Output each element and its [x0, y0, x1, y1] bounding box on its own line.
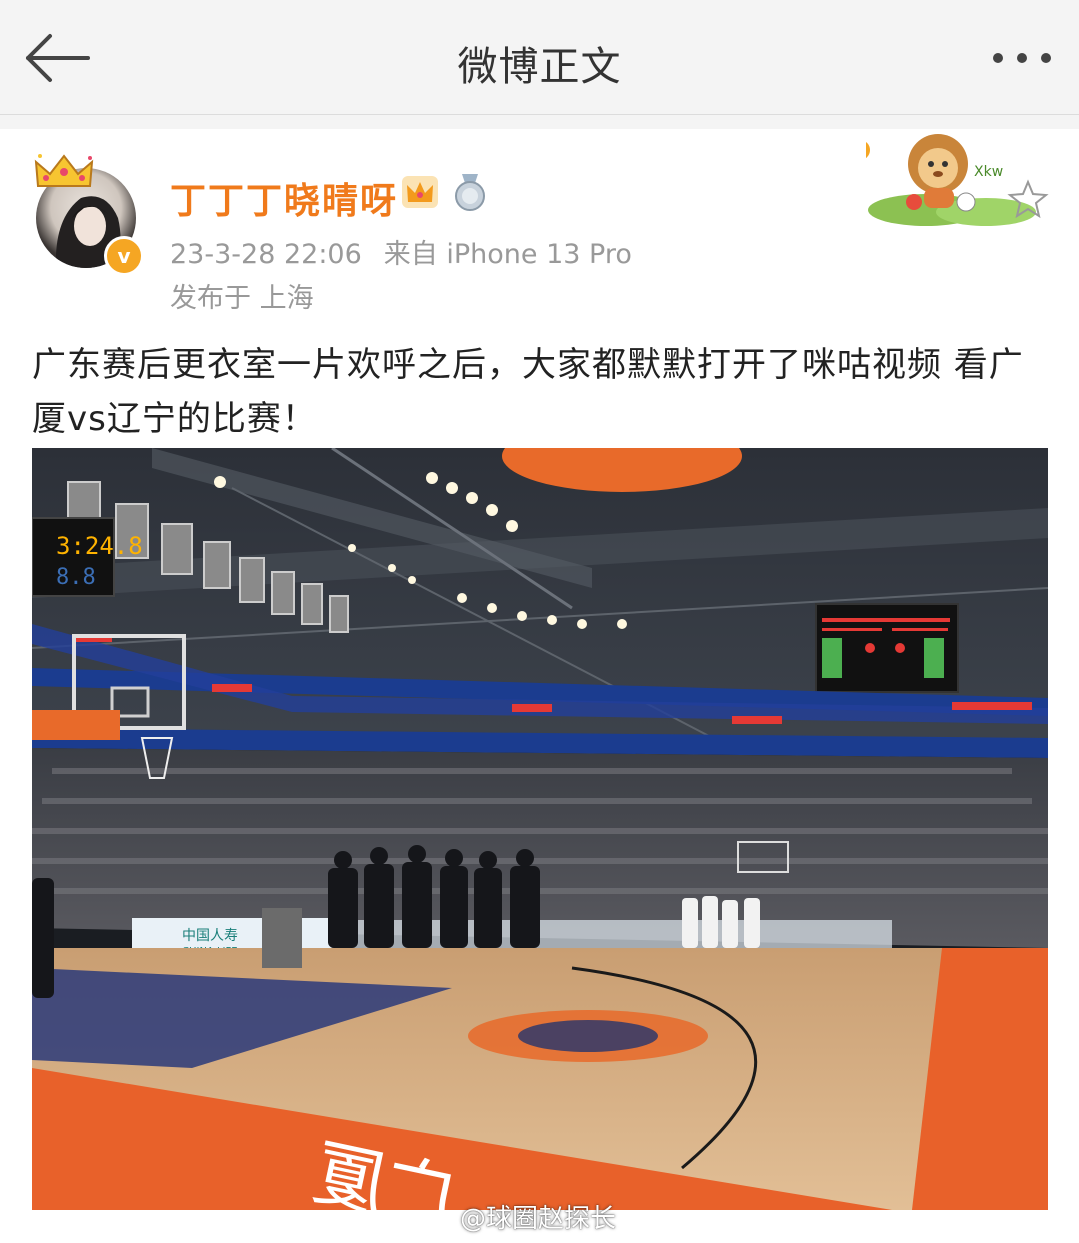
- watermark: @球圈赵探长: [460, 1204, 617, 1234]
- crown-badge-icon[interactable]: [400, 172, 440, 212]
- decoration-sticker-icon: Xkw: [866, 134, 1049, 226]
- post-meta: 23-3-28 22:06 来自 iPhone 13 Pro: [170, 232, 632, 271]
- crown-decoration-icon: [34, 154, 94, 187]
- post-datetime: 23-3-28 22:06: [170, 239, 362, 270]
- post-location: 发布于 上海: [170, 283, 314, 314]
- medal-badge-icon[interactable]: [452, 172, 488, 212]
- more-button[interactable]: [986, 40, 1058, 76]
- verified-badge: v: [104, 236, 144, 276]
- ellipsis-icon: [993, 53, 1051, 63]
- page-title: 微博正文: [457, 44, 622, 90]
- ad-text: 中国人寿: [182, 927, 238, 944]
- post-source: 来自 iPhone 13 Pro: [383, 239, 632, 270]
- post-text: 广东赛后更衣室一片欢呼之后，大家都默默打开了咪咕视频 看广厦vs辽宁的比赛！: [32, 345, 1024, 439]
- arena-photo: 3:24.8 8.8 中国人寿 广厦: [32, 448, 1048, 1210]
- top-bar: 微博正文: [0, 0, 1079, 115]
- shot-clock-text: 3:24.8: [56, 532, 143, 560]
- svg-text:Xkw: Xkw: [974, 164, 1003, 180]
- section-divider: [0, 115, 1079, 129]
- post-image[interactable]: 3:24.8 8.8 中国人寿 广厦: [32, 448, 1048, 1210]
- svg-text:8.8: 8.8: [56, 565, 96, 590]
- avatar-container[interactable]: v: [32, 150, 144, 276]
- author-name[interactable]: 丁丁丁晓晴呀: [170, 172, 398, 224]
